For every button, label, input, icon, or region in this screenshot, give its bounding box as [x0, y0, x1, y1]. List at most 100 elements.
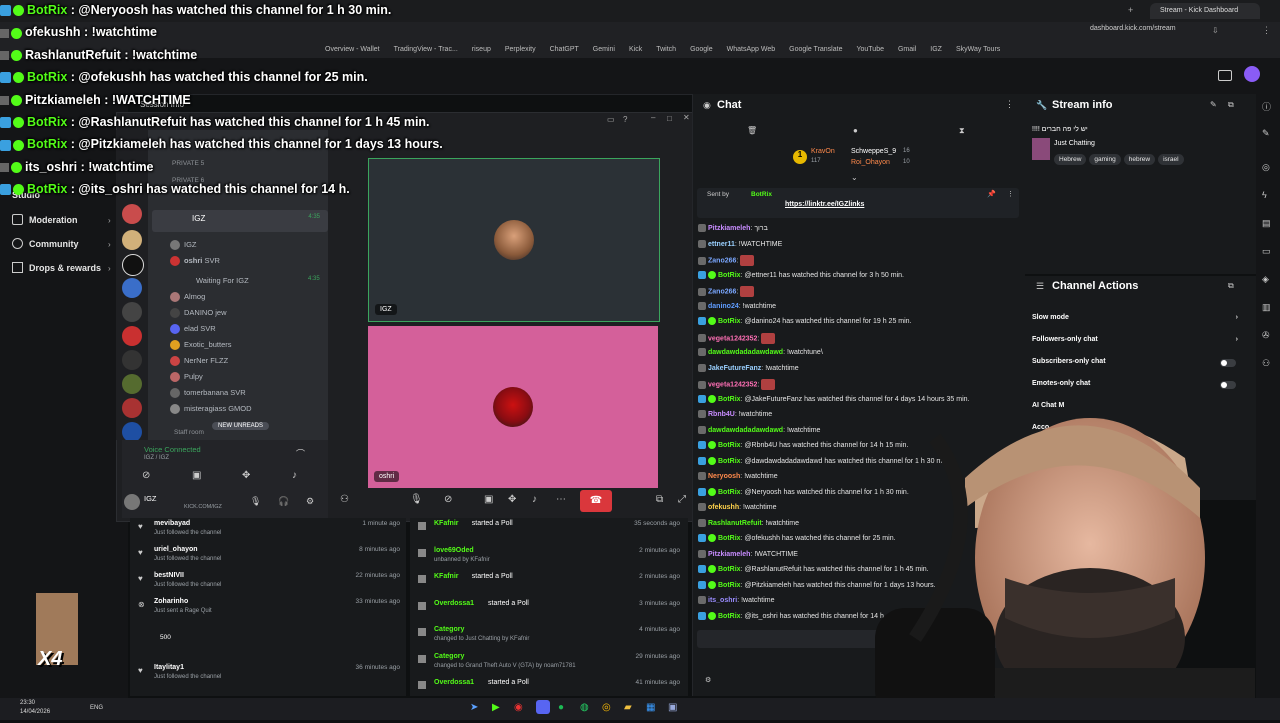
fullscreen-icon[interactable]: ⤢: [678, 494, 686, 505]
help-icon[interactable]: ?: [623, 115, 627, 124]
chat-message[interactable]: Pitzkiameleh: ברוך: [698, 224, 768, 232]
selected-channel[interactable]: IGZ 4:35: [152, 210, 328, 232]
folder-icon[interactable]: ▰: [624, 702, 632, 713]
stream-category[interactable]: Just Chatting: [1054, 140, 1095, 147]
chat-username[interactable]: BotRix: [718, 566, 741, 573]
voice-user[interactable]: DANINO jew: [170, 308, 227, 319]
voice-user[interactable]: elad SVR: [170, 324, 216, 335]
nav-moderation[interactable]: Moderation: [12, 214, 78, 225]
server-icon[interactable]: [122, 204, 142, 224]
subscribers-only-row[interactable]: Subscribers-only chat: [1032, 358, 1106, 365]
staff-room-channel[interactable]: Staff room: [174, 429, 204, 436]
store-icon[interactable]: ▦: [646, 702, 655, 713]
chat-username[interactable]: BotRix: [718, 581, 741, 588]
voice-user[interactable]: Exotic_butters: [170, 340, 232, 351]
hourglass-icon[interactable]: ⧗: [959, 126, 965, 136]
pinned-message[interactable]: Sent by BotRix https://linktr.ee/IGZlink…: [697, 188, 1019, 218]
target-icon[interactable]: ◎: [1262, 162, 1270, 173]
chat-username[interactable]: BotRix: [718, 442, 741, 449]
chat-message[interactable]: RashlanutRefuit: !watchtime: [698, 518, 799, 527]
whatsapp-icon[interactable]: ◍: [580, 702, 589, 713]
chat-username[interactable]: BotRix: [718, 488, 741, 495]
bookmark-item[interactable]: Kick: [629, 46, 642, 53]
avatar[interactable]: [124, 494, 140, 510]
url-field[interactable]: dashboard.kick.com/stream: [1090, 25, 1190, 39]
server-icon[interactable]: [122, 374, 142, 394]
soundboard-icon[interactable]: ♪: [292, 470, 297, 481]
chat-message[interactable]: danino24: !watchtime: [698, 301, 776, 310]
close-icon[interactable]: ✕: [683, 113, 690, 122]
bookmark-item[interactable]: ChatGPT: [550, 46, 579, 53]
spotify-icon[interactable]: ●: [558, 702, 564, 713]
chat-message[interactable]: Zano266:: [698, 286, 755, 297]
bookmark-item[interactable]: Perplexity: [505, 46, 536, 53]
voice-user[interactable]: NerNer FLZZ: [170, 356, 228, 367]
bookmark-item[interactable]: SkyWay Tours: [956, 46, 1000, 53]
pin-icon[interactable]: 📌: [987, 190, 996, 198]
chat-username[interactable]: Rbnb4U: [708, 411, 735, 418]
chat-message[interactable]: Neryoosh: !watchtime: [698, 472, 778, 480]
server-icon[interactable]: ▥: [1262, 302, 1271, 313]
chat-username[interactable]: Pitzkiameleh: [708, 550, 750, 557]
stream-tag[interactable]: hebrew: [1123, 154, 1156, 165]
popout-icon[interactable]: ⧉: [1228, 281, 1234, 291]
pinned-link[interactable]: https://linktr.ee/IGZlinks: [785, 201, 864, 208]
end-call-button[interactable]: ☎: [580, 490, 612, 512]
chat-message[interactable]: BotRix: @ettner11 has watched this chann…: [698, 270, 904, 279]
waiting-channel[interactable]: Waiting For IGZ: [196, 276, 249, 285]
activities-icon[interactable]: ✥: [242, 470, 250, 481]
chat-message[interactable]: Zano266:: [698, 255, 755, 266]
subscribers-only-toggle[interactable]: [1220, 359, 1236, 367]
list-item[interactable]: ♥ Itaylitay1 Just followed the channel 36 m…: [138, 664, 400, 686]
chat-username[interactable]: Pitzkiameleh: [708, 225, 750, 232]
slow-mode-row[interactable]: Slow mode ›: [1032, 314, 1238, 321]
edit-icon[interactable]: ✎: [1262, 128, 1270, 139]
people-icon[interactable]: ⚇: [340, 494, 349, 505]
microphone-icon[interactable]: 🎙: [250, 496, 261, 507]
server-icon[interactable]: [122, 398, 142, 418]
chat-message[interactable]: ofekushh: !watchtime: [698, 503, 776, 511]
shield-icon[interactable]: ◈: [1262, 274, 1269, 285]
disconnect-icon[interactable]: ⌒: [296, 447, 305, 460]
server-icon[interactable]: [122, 302, 142, 322]
chat-username[interactable]: Neryoosh: [708, 473, 740, 480]
chat-message[interactable]: ettner11: !WATCHTIME: [698, 239, 782, 248]
app-icon[interactable]: ▣: [668, 702, 677, 713]
popout-icon[interactable]: ⧉: [1228, 100, 1234, 110]
bookmark-item[interactable]: Twitch: [656, 46, 676, 53]
more-icon[interactable]: ⋮: [1005, 99, 1014, 110]
voice-user[interactable]: misteragiass GMOD: [170, 404, 252, 415]
new-unreads-pill[interactable]: NEW UNREADS: [212, 422, 270, 430]
activities-icon[interactable]: ✥: [508, 494, 516, 505]
bookmark-item[interactable]: Gmail: [898, 46, 916, 53]
chat-message[interactable]: its_oshri: !watchtime: [698, 596, 775, 604]
screen-share-icon[interactable]: ▣: [484, 494, 493, 505]
video-off-icon[interactable]: ⊘: [142, 470, 150, 481]
server-icon[interactable]: [122, 254, 144, 276]
chat-username[interactable]: RashlanutRefuit: [708, 519, 762, 526]
chat-message[interactable]: Pitzkiameleh: !WATCHTIME: [698, 549, 798, 558]
list-item[interactable]: love69Oded unbanned by KFafnir 2 minutes a…: [418, 547, 680, 569]
list-item[interactable]: Category changed to Grand Theft Auto V (G…: [418, 653, 680, 675]
chat-message[interactable]: dawdawdadadawdawd: !watchtime: [698, 425, 820, 434]
stream-tag[interactable]: israel: [1158, 154, 1184, 165]
gear-icon[interactable]: ⚙: [306, 496, 314, 507]
chat-message[interactable]: JakeFutureFanz: !watchtime: [698, 363, 799, 372]
maximize-icon[interactable]: □: [667, 114, 672, 123]
obs-icon[interactable]: ◉: [514, 702, 523, 713]
server-icon[interactable]: [122, 278, 142, 298]
video-tile-oshri[interactable]: oshri: [368, 326, 658, 488]
bolt-icon[interactable]: ϟ: [1262, 190, 1267, 200]
chat-username[interactable]: ettner11: [708, 240, 735, 247]
video-tile-igz[interactable]: IGZ: [368, 158, 660, 322]
chat-username[interactable]: its_oshri: [708, 597, 737, 604]
chat-message[interactable]: dawdawdadadawdawd: !watchtune\: [698, 348, 823, 356]
voice-user[interactable]: IGZ: [170, 240, 197, 251]
chat-message[interactable]: vegeta1242352:: [698, 332, 776, 344]
microphone-icon[interactable]: 🎙: [410, 494, 423, 505]
bookmark-item[interactable]: WhatsApp Web: [727, 46, 776, 53]
people-icon[interactable]: ⚇: [1262, 358, 1270, 369]
chat-icon[interactable]: ▭: [1262, 246, 1271, 257]
inbox-icon[interactable]: ▭: [607, 115, 615, 124]
chat-message[interactable]: Rbnb4U: !watchtime: [698, 410, 772, 418]
